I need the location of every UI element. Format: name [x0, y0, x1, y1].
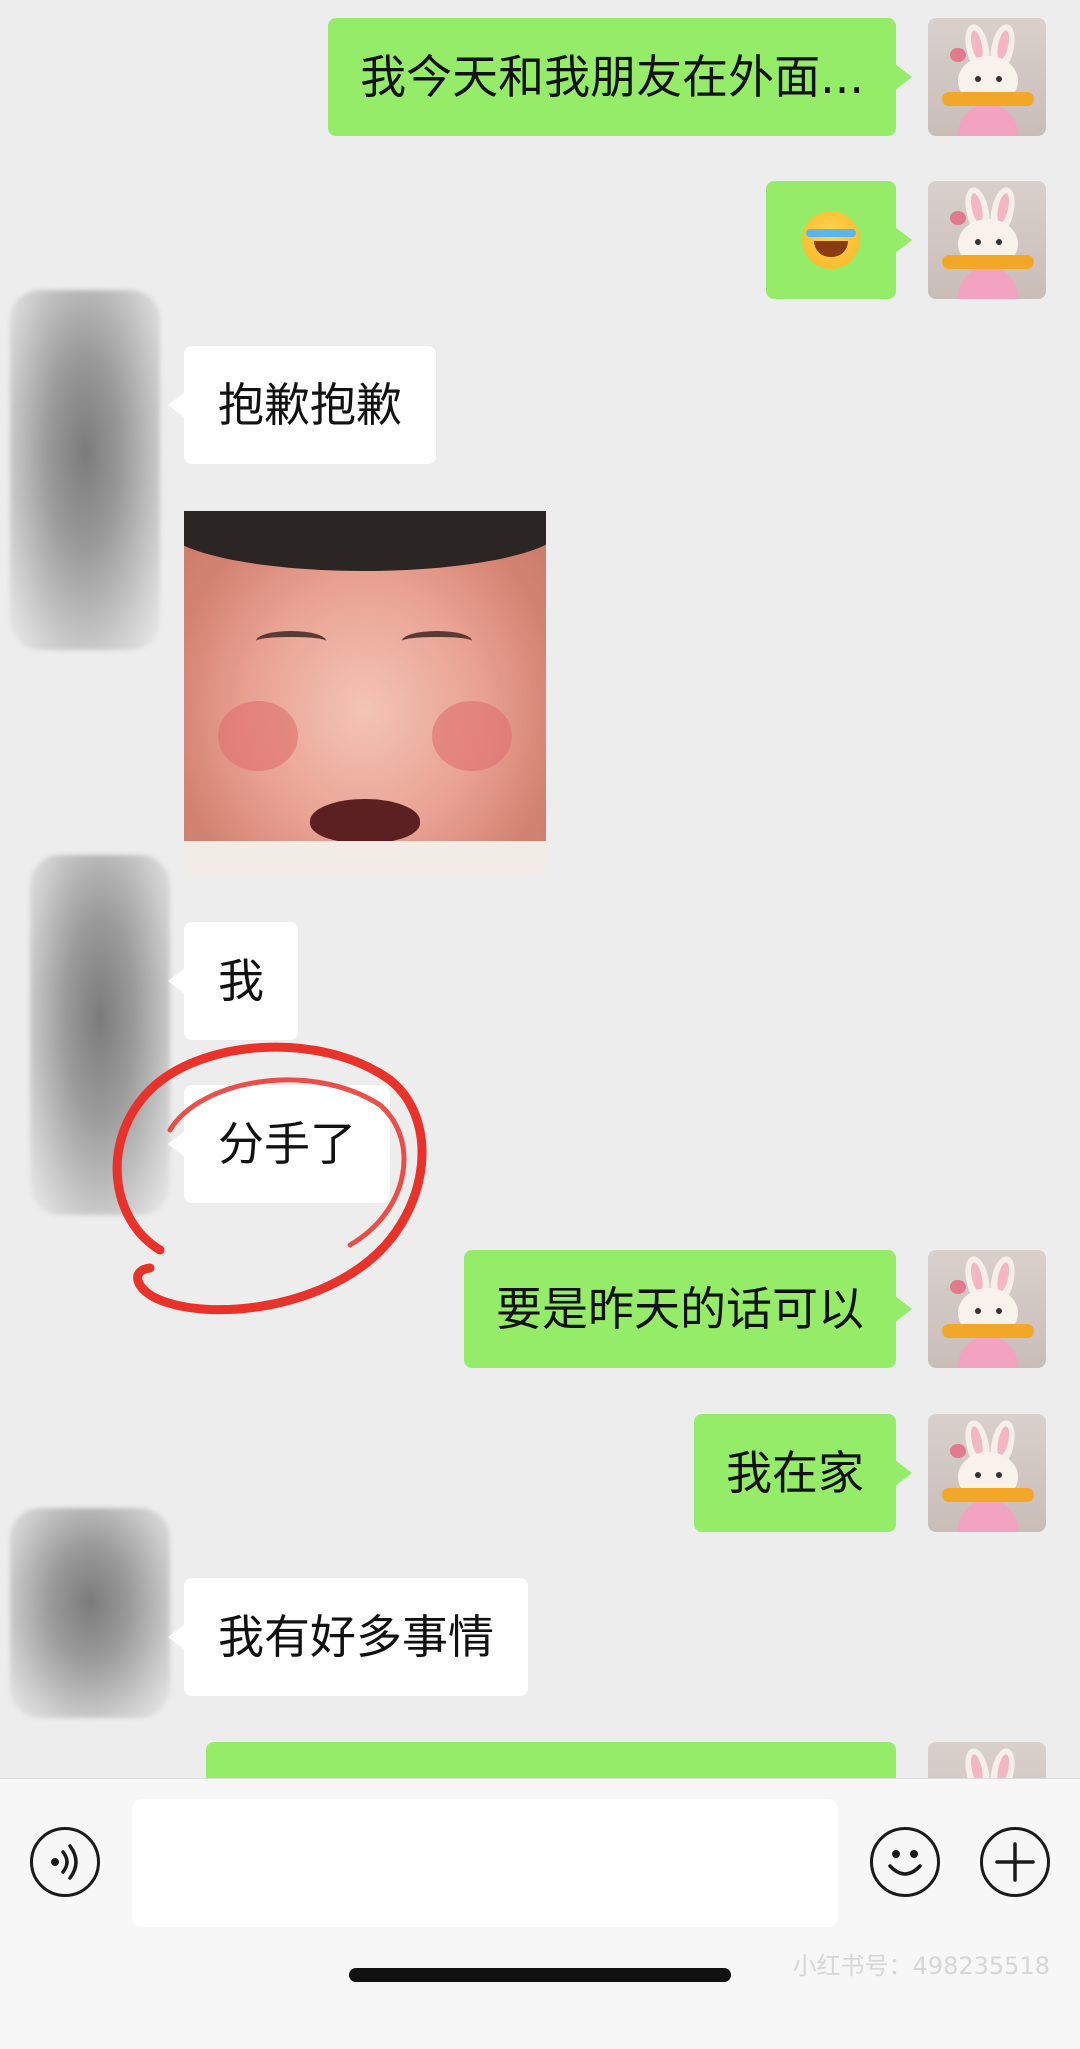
bunny-bar — [942, 1324, 1034, 1338]
more-actions-button[interactable] — [980, 1827, 1050, 1897]
message-input-bar — [0, 1778, 1080, 2049]
sent-message-bubble-partial[interactable] — [206, 1742, 896, 1780]
bunny-bow — [950, 211, 966, 225]
bunny-eye-left — [975, 76, 981, 82]
sent-message-bubble[interactable]: 我今天和我朋友在外面... — [328, 18, 912, 136]
bunny-bar — [942, 255, 1034, 269]
bunny-eye-right — [996, 1472, 1002, 1478]
bunny-bow — [950, 1444, 966, 1458]
bunny-ear-right — [987, 1746, 1019, 1780]
bunny-body — [958, 1500, 1018, 1532]
sticker-hair — [184, 511, 546, 571]
message-input-field[interactable] — [132, 1799, 838, 1927]
sent-message-bubble[interactable]: 我在家 — [694, 1414, 912, 1532]
bunny-bar — [942, 92, 1034, 106]
sticker-eye-left — [256, 631, 326, 651]
received-message-bubble[interactable]: 我有好多事情 — [168, 1578, 528, 1696]
received-message-bubble[interactable]: 我 — [168, 922, 298, 1040]
bunny-eye-right — [996, 1308, 1002, 1314]
sent-emoji-bubble[interactable] — [766, 181, 912, 299]
bunny-bow — [950, 48, 966, 62]
bunny-bar — [942, 1488, 1034, 1502]
self-avatar[interactable] — [928, 1250, 1046, 1368]
sent-message-bubble[interactable]: 要是昨天的话可以 — [464, 1250, 912, 1368]
self-avatar[interactable] — [928, 18, 1046, 136]
bunny-eye-left — [975, 1472, 981, 1478]
watermark-text: 小红书号：498235518 — [792, 1952, 1050, 1980]
plus-icon — [995, 1842, 1035, 1882]
sticker-cheek-right — [432, 701, 512, 771]
bunny-eye-right — [996, 76, 1002, 82]
chat-area[interactable]: 我今天和我朋友在外面... 抱歉抱歉 我 分手了 要是昨天的话可以 我在家 我有… — [0, 0, 1080, 1780]
bunny-body — [958, 104, 1018, 136]
bunny-eye-right — [996, 239, 1002, 245]
sticker-cheek-left — [218, 701, 298, 771]
emoji-button[interactable] — [870, 1827, 940, 1897]
voice-input-button[interactable] — [30, 1827, 100, 1897]
bunny-bow — [950, 1280, 966, 1294]
bunny-eye-left — [975, 239, 981, 245]
received-message-bubble-highlighted[interactable]: 分手了 — [168, 1085, 390, 1203]
home-indicator[interactable] — [349, 1968, 731, 1982]
bunny-body — [958, 267, 1018, 299]
self-avatar[interactable] — [928, 181, 1046, 299]
friend-avatar[interactable] — [10, 290, 160, 650]
received-message-bubble[interactable]: 抱歉抱歉 — [168, 346, 436, 464]
sticker-collar — [184, 841, 546, 873]
self-avatar[interactable] — [928, 1742, 1046, 1780]
crying-child-sticker[interactable] — [184, 511, 546, 873]
loudly-crying-face-icon — [802, 210, 860, 269]
self-avatar[interactable] — [928, 1414, 1046, 1532]
bunny-eye-left — [975, 1308, 981, 1314]
sticker-eye-right — [402, 631, 472, 651]
friend-avatar[interactable] — [30, 855, 170, 1215]
bunny-ear-left — [961, 1746, 993, 1780]
smiley-icon — [888, 1850, 922, 1876]
sticker-mouth — [310, 799, 420, 843]
bunny-body — [958, 1336, 1018, 1368]
voice-icon — [51, 1844, 78, 1880]
friend-avatar[interactable] — [10, 1508, 170, 1718]
